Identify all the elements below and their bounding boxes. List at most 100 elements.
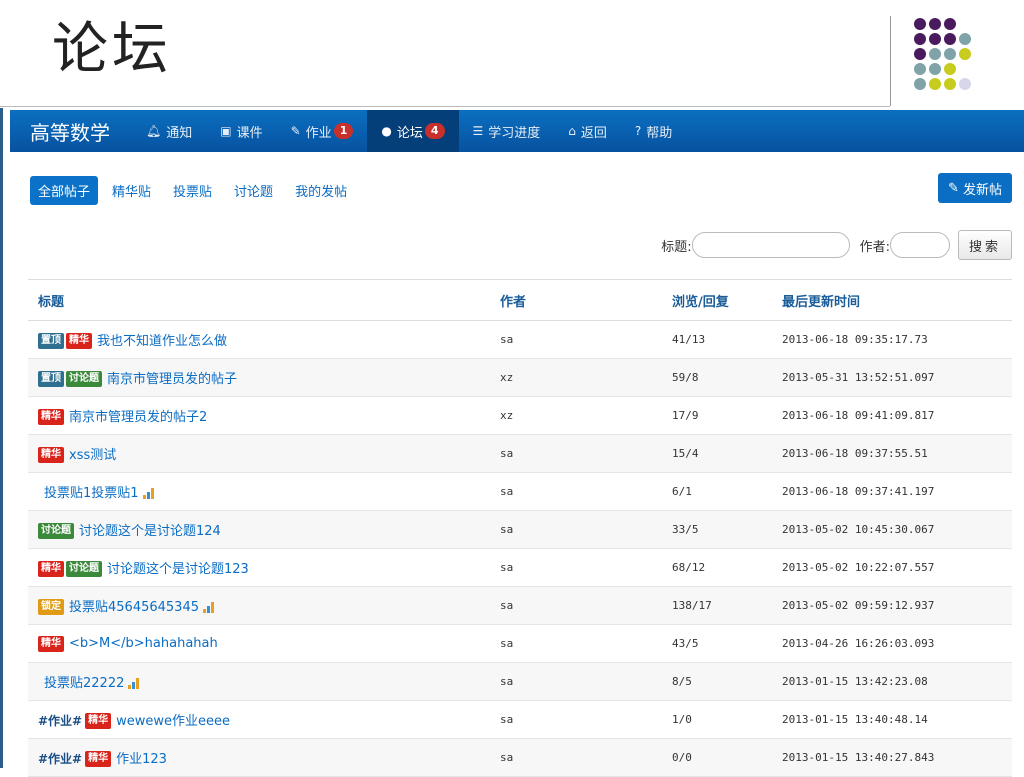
page-title: 论坛	[52, 17, 172, 82]
posts-table: 标题 作者 浏览/回复 最后更新时间 置顶 精华 我也不知道作业怎么做 sa 41/13…	[28, 279, 1012, 777]
nav-item-label: 学习进度	[488, 125, 541, 141]
post-status-badge: 讨论题	[38, 523, 74, 540]
nav-item-label: 作业	[305, 125, 332, 141]
post-title-link[interactable]: 我也不知道作业怎么做	[97, 334, 227, 349]
decorative-divider	[890, 16, 891, 106]
post-title-link[interactable]: <b>M</b>hahahahah	[69, 636, 218, 651]
decorative-dot	[929, 33, 941, 45]
nav-item-6[interactable]: ? 帮助	[621, 110, 686, 152]
post-title-link[interactable]: 讨论题这个是讨论题123	[107, 562, 249, 577]
post-title-link[interactable]: 投票贴45645645345	[69, 600, 199, 615]
table-row[interactable]: 精华 南京市管理员发的帖子2 xz 17/9 2013-06-18 09:41:09.8…	[28, 396, 1012, 435]
decorative-rule	[0, 106, 890, 107]
nav-item-1[interactable]: ▣ 课件	[206, 110, 276, 152]
table-row[interactable]: 锁定 投票贴45645645345 sa 138/17 2013-05-02 09:59…	[28, 586, 1012, 625]
post-status-badge: 讨论题	[66, 371, 102, 388]
post-title-link[interactable]: wewewe作业eeee	[116, 714, 230, 729]
post-status-badge: 置顶	[38, 333, 64, 350]
post-title-cell: 讨论题 讨论题这个是讨论题124	[28, 510, 490, 549]
poll-chart-bar	[210, 601, 214, 613]
decorative-dot	[914, 63, 926, 75]
top-navbar: 高等数学 🔔︎ 通知 ▣ 课件 ✎ 作业 1 ● 论坛 4 ☰ 学习进度 ⌂ 返回? 帮助	[10, 110, 1024, 152]
table-row[interactable]: 讨论题 讨论题这个是讨论题124 sa 33/5 2013-05-02 10:45:30…	[28, 510, 1012, 549]
author-search-label: 作者:	[859, 239, 890, 255]
title-search-input[interactable]	[691, 232, 850, 258]
tab-2[interactable]: 投票贴	[165, 176, 220, 205]
tab-3[interactable]: 讨论题	[226, 176, 281, 205]
search-button[interactable]: 搜索	[957, 230, 1012, 260]
post-views-replies: 68/12	[662, 548, 772, 587]
post-author: xz	[490, 358, 662, 397]
decorative-dot	[959, 48, 971, 60]
table-row[interactable]: 精华 讨论题 讨论题这个是讨论题123 sa 68/12 2013-05-02 10:22…	[28, 548, 1012, 587]
column-header-updated[interactable]: 最后更新时间	[772, 279, 1012, 321]
nav-item-2[interactable]: ✎ 作业 1	[277, 110, 368, 152]
column-header-title[interactable]: 标题	[28, 279, 490, 321]
post-title-link[interactable]: xss测试	[69, 448, 116, 463]
homework-tag: #作业#	[38, 751, 83, 766]
post-title-cell: 精华 xss测试	[28, 434, 490, 473]
post-updated-time: 2013-06-18 09:41:09.817	[772, 396, 1012, 435]
nav-item-5[interactable]: ⌂ 返回	[554, 110, 621, 152]
post-filter-tabs: 全部帖子 精华贴 投票贴 讨论题 我的发帖	[30, 176, 361, 205]
table-row[interactable]: 投票贴22222 sa 8/5 2013-01-15 13:42:23.08	[28, 662, 1012, 701]
post-status-badge: 精华	[66, 333, 92, 350]
nav-item-0[interactable]: 🔔︎ 通知	[132, 110, 206, 152]
post-status-badge: 精华	[38, 447, 64, 464]
pencil-icon: ✎	[948, 180, 959, 196]
nav-item-4[interactable]: ☰ 学习进度	[459, 110, 555, 152]
decorative-dot	[944, 78, 956, 90]
poll-chart-icon	[142, 488, 157, 499]
decorative-dot	[914, 78, 926, 90]
nav-item-3[interactable]: ● 论坛 4	[367, 110, 459, 152]
table-row[interactable]: 投票贴1投票贴1 sa 6/1 2013-06-18 09:37:41.197	[28, 472, 1012, 511]
column-header-author[interactable]: 作者	[490, 279, 662, 321]
poll-chart-bar	[128, 685, 132, 689]
table-row[interactable]: #作业# 精华 wewewe作业eeee sa 1/0 2013-01-15 13:40:…	[28, 700, 1012, 739]
course-brand[interactable]: 高等数学	[10, 117, 132, 146]
post-author: sa	[490, 738, 662, 777]
table-row[interactable]: 置顶 讨论题 南京市管理员发的帖子 xz 59/8 2013-05-31 13:52:51…	[28, 358, 1012, 397]
table-row[interactable]: 精华 xss测试 sa 15/4 2013-06-18 09:37:55.51	[28, 434, 1012, 473]
tab-4[interactable]: 我的发帖	[287, 176, 355, 205]
post-title-link[interactable]: 作业123	[116, 752, 167, 767]
column-header-views[interactable]: 浏览/回复	[662, 279, 772, 321]
post-title-link[interactable]: 投票贴22222	[44, 676, 124, 691]
post-status-badge: 精华	[38, 635, 64, 652]
post-title-link[interactable]: 投票贴1投票贴1	[44, 486, 139, 501]
post-author: sa	[490, 700, 662, 739]
table-row[interactable]: 精华 <b>M</b>hahahahah sa 43/5 2013-04-26 16:2…	[28, 624, 1012, 663]
poll-chart-bar	[132, 682, 136, 689]
post-updated-time: 2013-04-26 16:26:03.093	[772, 624, 1012, 663]
post-views-replies: 138/17	[662, 586, 772, 625]
tab-1[interactable]: 精华贴	[104, 176, 159, 205]
nav-count-badge: 1	[333, 123, 354, 139]
post-views-replies: 1/0	[662, 700, 772, 739]
post-title-cell: 置顶 讨论题 南京市管理员发的帖子	[28, 358, 490, 397]
post-views-replies: 15/4	[662, 434, 772, 473]
nav-item-label: 返回	[580, 125, 607, 141]
new-post-button[interactable]: ✎ 发新帖	[938, 173, 1012, 203]
post-title-link[interactable]: 讨论题这个是讨论题124	[79, 524, 221, 539]
new-post-label: 发新帖	[962, 182, 1002, 198]
post-author: sa	[490, 510, 662, 549]
post-author: sa	[490, 586, 662, 625]
post-title-cell: 投票贴1投票贴1	[28, 472, 490, 511]
post-title-link[interactable]: 南京市管理员发的帖子	[107, 372, 237, 387]
post-updated-time: 2013-05-02 10:45:30.067	[772, 510, 1012, 549]
decorative-dot	[914, 33, 926, 45]
nav-item-label: 论坛	[396, 125, 423, 141]
title-search-label: 标题:	[661, 239, 692, 255]
bell-icon: 🔔︎	[146, 124, 162, 138]
decorative-dot	[929, 18, 941, 30]
nav-item-label: 课件	[236, 125, 263, 141]
table-row[interactable]: #作业# 精华 作业123 sa 0/0 2013-01-15 13:40:27.843	[28, 738, 1012, 777]
post-title-link[interactable]: 南京市管理员发的帖子2	[69, 410, 207, 425]
tab-0[interactable]: 全部帖子	[30, 176, 99, 205]
post-status-badge: 置顶	[38, 371, 64, 388]
table-row[interactable]: 置顶 精华 我也不知道作业怎么做 sa 41/13 2013-06-18 09:35:17…	[28, 320, 1012, 359]
author-search-input[interactable]	[889, 232, 950, 258]
nav-count-badge: 4	[424, 123, 445, 139]
search-bar: 标题: 作者: 搜索	[661, 230, 1012, 260]
post-author: xz	[490, 396, 662, 435]
